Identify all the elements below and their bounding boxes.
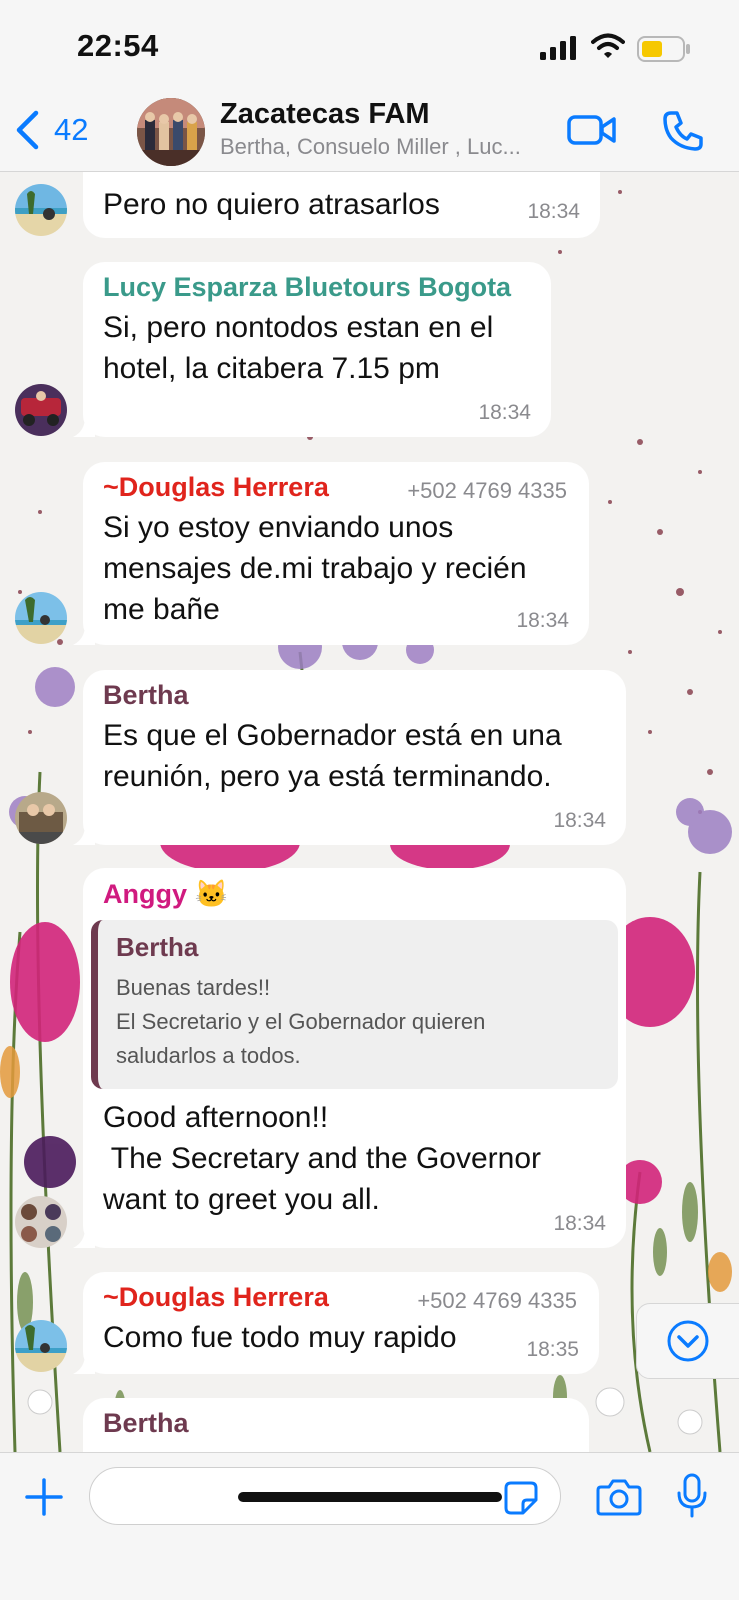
sender-phone: +502 4769 4335 — [417, 1288, 577, 1313]
bubble-tail — [73, 417, 95, 437]
quoted-text-line: El Secretario y el Gobernador quieren — [116, 1009, 486, 1034]
avatar[interactable] — [15, 592, 67, 644]
avatar[interactable] — [15, 384, 67, 436]
avatar[interactable] — [15, 184, 67, 236]
message-bubble[interactable]: Anggy 🐱 Bertha Buenas tardes!! El Secret… — [73, 868, 626, 1248]
message-bubble[interactable]: Bertha — [83, 1398, 589, 1458]
message-time: 18:34 — [553, 1212, 606, 1235]
sender-name: Bertha — [103, 1408, 189, 1438]
bubble-tail — [73, 1354, 95, 1374]
message-text-line: The Secretary and the Governor — [103, 1142, 542, 1175]
avatar[interactable] — [15, 1196, 67, 1248]
avatar[interactable] — [15, 792, 67, 844]
message-text-line: me bañe — [103, 593, 220, 626]
home-indicator — [238, 1492, 502, 1502]
message-time: 18:34 — [553, 809, 606, 832]
video-camera-icon[interactable] — [567, 114, 617, 146]
avatar[interactable] — [15, 1320, 67, 1372]
unread-count: 42 — [54, 112, 89, 147]
message-text-line: Es que el Gobernador está en una — [103, 719, 562, 752]
bubble-tail — [73, 625, 95, 645]
message-bubble[interactable]: ~Douglas Herrera +502 4769 4335 Si yo es… — [73, 462, 589, 645]
scroll-to-bottom-button[interactable] — [636, 1303, 739, 1379]
plus-icon[interactable] — [24, 1477, 64, 1517]
message-time: 18:34 — [478, 401, 531, 424]
battery-icon — [637, 36, 690, 62]
camera-icon[interactable] — [596, 1478, 642, 1516]
bubble-tail — [73, 1228, 95, 1248]
message-text-line: reunión, pero ya está terminando. — [103, 760, 552, 793]
sender-name: Bertha — [103, 680, 189, 710]
quoted-message[interactable]: Bertha Buenas tardes!! El Secretario y e… — [91, 920, 618, 1089]
message-text-line: Si, pero nontodos estan en el — [103, 311, 494, 344]
message-text-line: mensajes de.mi trabajo y recién — [103, 552, 527, 585]
back-chevron-icon — [16, 110, 39, 150]
phone-icon[interactable] — [662, 110, 704, 152]
back-button[interactable]: 42 — [14, 110, 88, 150]
sticker-icon[interactable] — [503, 1480, 539, 1516]
quoted-text-line: saludarlos a todos. — [116, 1043, 301, 1068]
status-time: 22:54 — [77, 28, 159, 63]
message-composer — [0, 1452, 739, 1600]
status-bar: 22:54 — [0, 0, 739, 92]
group-name[interactable]: Zacatecas FAM — [220, 98, 430, 131]
sender-phone: +502 4769 4335 — [407, 478, 567, 503]
message-text-line: Good afternoon!! — [103, 1101, 329, 1134]
group-avatar[interactable] — [137, 98, 205, 166]
message-bubble[interactable]: Bertha Es que el Gobernador está en una … — [73, 670, 626, 845]
bubble-tail — [73, 825, 95, 845]
message-text-line: want to greet you all. — [103, 1183, 380, 1216]
chat-header: 42 Zacatecas FAM Bertha, Consuelo Miller… — [0, 92, 739, 172]
message-text: Pero no quiero atrasarlos — [103, 188, 440, 221]
wifi-icon — [591, 33, 625, 58]
quoted-sender: Bertha — [116, 932, 199, 962]
message-text-line: hotel, la citabera 7.15 pm — [103, 352, 440, 385]
quoted-text-line: Buenas tardes!! — [116, 975, 271, 1000]
message-bubble[interactable]: ~Douglas Herrera +502 4769 4335 Como fue… — [73, 1272, 599, 1374]
microphone-icon[interactable] — [676, 1473, 708, 1519]
message-time: 18:34 — [516, 609, 569, 632]
message-text-line: Si yo estoy enviando unos — [103, 511, 454, 544]
message-bubble[interactable]: Pero no quiero atrasarlos 18:34 — [83, 172, 600, 238]
message-text: Como fue todo muy rapido — [103, 1321, 457, 1354]
group-members[interactable]: Bertha, Consuelo Miller , Luc... — [220, 134, 550, 160]
chevron-down-icon — [667, 1320, 709, 1362]
cellular-signal-icon — [540, 36, 576, 60]
message-bubble[interactable]: Lucy Esparza Bluetours Bogota Si, pero n… — [73, 262, 551, 437]
message-time: 18:34 — [527, 200, 580, 223]
sender-name: Anggy 🐱 — [103, 879, 229, 909]
message-time: 18:35 — [526, 1338, 579, 1361]
sender-name: Lucy Esparza Bluetours Bogota — [103, 272, 512, 302]
